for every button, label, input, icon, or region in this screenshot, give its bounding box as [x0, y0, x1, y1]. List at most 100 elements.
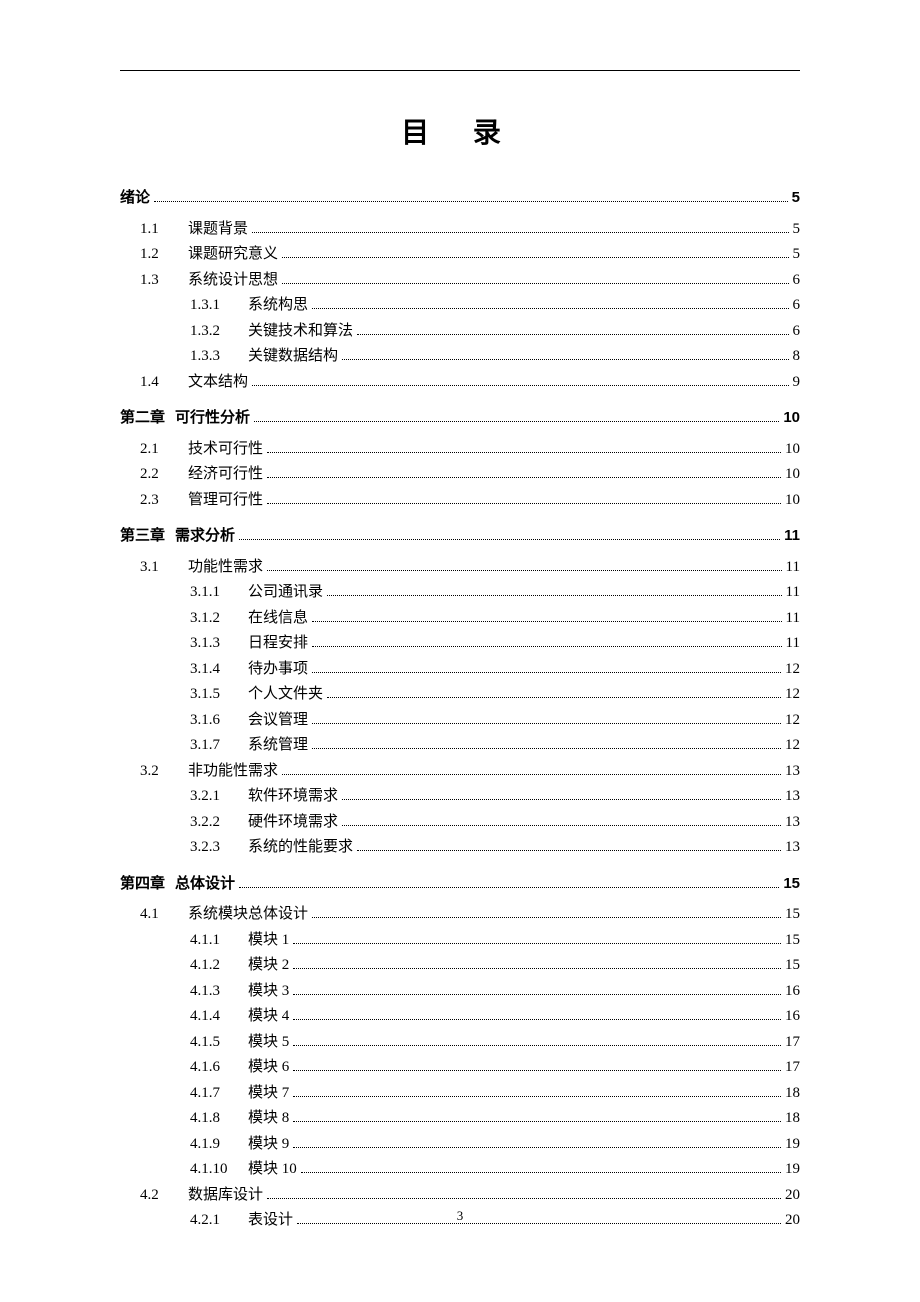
toc-leader	[312, 634, 782, 647]
toc-leader	[252, 220, 788, 233]
toc-entry[interactable]: 4.1.10模块 1019	[120, 1157, 800, 1183]
toc-entry[interactable]: 3.2.1软件环境需求13	[120, 784, 800, 810]
toc-entry[interactable]: 绪论5	[120, 185, 800, 211]
toc-entry-label: 文本结构	[188, 370, 248, 396]
toc-entry-page: 5	[793, 217, 801, 243]
toc-entry[interactable]: 3.1.4待办事项12	[120, 657, 800, 683]
toc-leader	[342, 787, 781, 800]
toc-entry[interactable]: 4.1系统模块总体设计 15	[120, 902, 800, 928]
toc-leader	[154, 189, 788, 202]
toc-leader	[312, 736, 781, 749]
toc-leader	[254, 409, 779, 422]
toc-entry-number: 3.1.3	[190, 631, 248, 657]
toc-leader	[342, 347, 788, 360]
toc-entry[interactable]: 4.1.7模块 718	[120, 1081, 800, 1107]
toc-entry[interactable]: 4.1.5模块 517	[120, 1030, 800, 1056]
toc-entry-number: 4.1	[140, 902, 188, 928]
toc-entry-label: 会议管理	[248, 708, 308, 734]
toc-entry-number: 1.3.1	[190, 293, 248, 319]
toc-entry-label: 系统的性能要求	[248, 835, 353, 861]
toc-entry-number: 2.2	[140, 462, 188, 488]
page: 目 录 绪论51.1课题背景51.2课题研究意义51.3系统设计思想61.3.1…	[0, 0, 920, 1302]
toc-entry-label: 系统设计思想	[188, 268, 278, 294]
toc-entry-page: 8	[793, 344, 801, 370]
toc-leader	[239, 527, 780, 540]
toc-entry-page: 9	[793, 370, 801, 396]
toc-entry[interactable]: 2.3管理可行性10	[120, 488, 800, 514]
toc-entry[interactable]: 1.4文本结构9	[120, 370, 800, 396]
toc-entry[interactable]: 3.1.3日程安排11	[120, 631, 800, 657]
toc-entry-page: 6	[793, 319, 801, 345]
toc-leader	[342, 813, 781, 826]
toc-entry-label: 关键技术和算法	[248, 319, 353, 345]
toc-entry[interactable]: 4.1.6模块 617	[120, 1055, 800, 1081]
toc-leader	[293, 1109, 781, 1122]
toc-leader	[312, 296, 788, 309]
toc-entry-number: 3.1.5	[190, 682, 248, 708]
toc-entry-label: 可行性分析	[175, 405, 250, 431]
toc-leader	[282, 762, 781, 775]
toc-entry[interactable]: 3.1.5个人文件夹12	[120, 682, 800, 708]
toc-leader	[282, 245, 788, 258]
toc-entry[interactable]: 3.1.6会议管理12	[120, 708, 800, 734]
toc-entry[interactable]: 1.3.2关键技术和算法6	[120, 319, 800, 345]
toc-entry-label: 模块 6	[248, 1055, 289, 1081]
toc-entry-label: 公司通讯录	[248, 580, 323, 606]
toc-leader	[267, 465, 781, 478]
toc-leader	[293, 956, 781, 969]
toc-entry-number: 3.2	[140, 759, 188, 785]
toc-entry[interactable]: 1.3系统设计思想6	[120, 268, 800, 294]
toc-entry[interactable]: 3.1.2在线信息11	[120, 606, 800, 632]
toc-entry-number: 第二章	[120, 405, 165, 431]
toc-entry[interactable]: 4.1.2模块 215	[120, 953, 800, 979]
toc-entry[interactable]: 3.2.2硬件环境需求13	[120, 810, 800, 836]
toc-entry-page: 13	[785, 784, 800, 810]
toc-entry[interactable]: 4.1.4模块 416	[120, 1004, 800, 1030]
toc-entry[interactable]: 3.1.1公司通讯录11	[120, 580, 800, 606]
toc-entry[interactable]: 第四章总体设计15	[120, 871, 800, 897]
toc-entry[interactable]: 1.3.3关键数据结构8	[120, 344, 800, 370]
toc-leader	[293, 982, 781, 995]
toc-entry-label: 模块 4	[248, 1004, 289, 1030]
toc-entry[interactable]: 3.2非功能性需求13	[120, 759, 800, 785]
toc-entry[interactable]: 3.1.7系统管理12	[120, 733, 800, 759]
toc-entry-number: 3.1.2	[190, 606, 248, 632]
toc-entry[interactable]: 4.1.8模块 818	[120, 1106, 800, 1132]
toc-entry[interactable]: 4.1.3模块 316	[120, 979, 800, 1005]
toc-entry-page: 20	[785, 1183, 800, 1209]
toc-entry-number: 4.1.2	[190, 953, 248, 979]
toc-title: 目 录	[120, 111, 800, 151]
toc-entry[interactable]: 4.1.1模块 115	[120, 928, 800, 954]
toc-entry[interactable]: 2.2经济可行性10	[120, 462, 800, 488]
toc-leader	[293, 1058, 781, 1071]
toc-entry-number: 4.1.3	[190, 979, 248, 1005]
toc-entry[interactable]: 1.3.1系统构思6	[120, 293, 800, 319]
toc-entry-page: 16	[785, 979, 800, 1005]
toc-entry-label: 模块 10	[248, 1157, 297, 1183]
toc-entry-page: 12	[785, 682, 800, 708]
toc-entry-label: 系统模块总体设计	[188, 902, 308, 928]
toc-entry[interactable]: 3.2.3系统的性能要求13	[120, 835, 800, 861]
toc-entry[interactable]: 2.1技术可行性10	[120, 437, 800, 463]
toc-entry[interactable]: 1.1课题背景5	[120, 217, 800, 243]
toc-entry-page: 10	[785, 462, 800, 488]
toc-entry-page: 13	[785, 810, 800, 836]
toc-entry-page: 15	[785, 953, 800, 979]
toc-entry[interactable]: 第三章需求分析11	[120, 523, 800, 549]
toc-entry-label: 数据库设计	[188, 1183, 263, 1209]
toc-leader	[312, 609, 782, 622]
toc-entry-number: 3.1.6	[190, 708, 248, 734]
toc-entry-page: 16	[785, 1004, 800, 1030]
toc-entry[interactable]: 4.2数据库设计20	[120, 1183, 800, 1209]
toc-entry-page: 17	[785, 1055, 800, 1081]
toc-entry-page: 11	[786, 606, 800, 632]
toc-entry-page: 13	[785, 835, 800, 861]
toc-entry[interactable]: 3.1功能性需求11	[120, 555, 800, 581]
toc-entry[interactable]: 1.2课题研究意义5	[120, 242, 800, 268]
toc-entry-page: 15	[785, 902, 800, 928]
toc-entry-number: 1.3	[140, 268, 188, 294]
toc-entry-label: 总体设计	[175, 871, 235, 897]
toc-entry-label: 模块 1	[248, 928, 289, 954]
toc-entry[interactable]: 第二章可行性分析10	[120, 405, 800, 431]
toc-entry[interactable]: 4.1.9模块 919	[120, 1132, 800, 1158]
